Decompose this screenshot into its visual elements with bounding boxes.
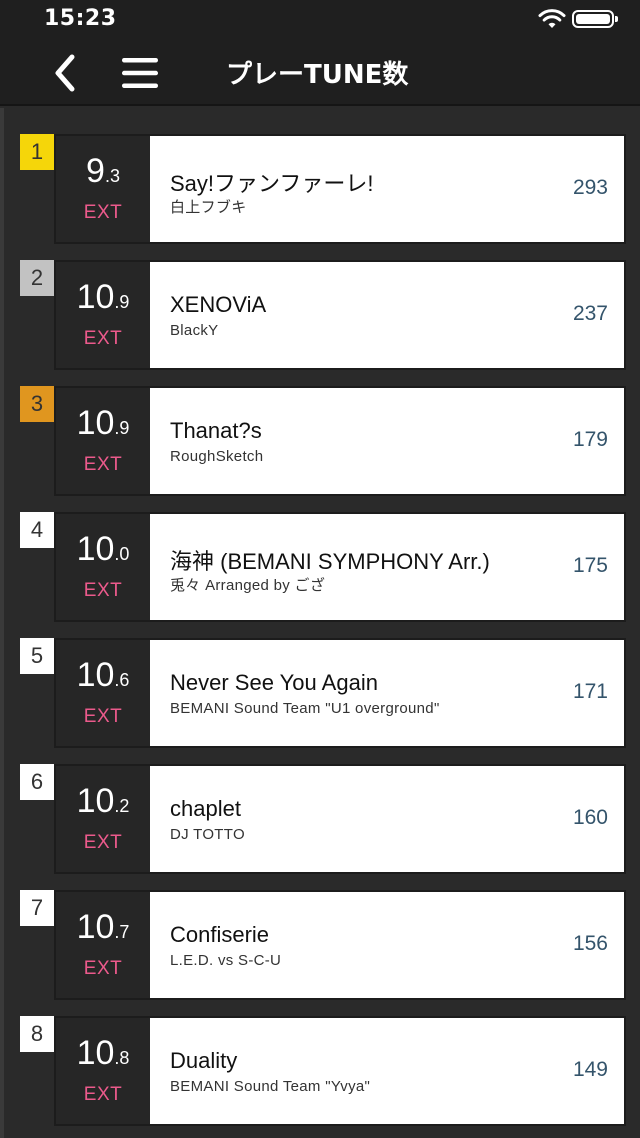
song-row[interactable]: 6 10.2 EXT chaplet DJ TOTTO 160 xyxy=(0,764,640,876)
chevron-left-icon xyxy=(55,54,75,92)
song-card[interactable]: 10.2 EXT chaplet DJ TOTTO 160 xyxy=(54,764,626,874)
song-artist: L.E.D. vs S-C-U xyxy=(170,952,282,969)
battery-icon xyxy=(572,10,618,28)
song-title: XENOViA xyxy=(170,292,267,317)
song-title: Duality xyxy=(170,1048,238,1073)
difficulty-label: EXT xyxy=(83,202,123,223)
play-count: 179 xyxy=(572,428,608,451)
level-value: 10.2 xyxy=(76,782,130,820)
difficulty-label: EXT xyxy=(83,1084,123,1105)
song-artist: RoughSketch xyxy=(170,448,264,465)
level-box: 10.0 EXT xyxy=(56,514,150,620)
song-card[interactable]: 10.6 EXT Never See You Again BEMANI Soun… xyxy=(54,638,626,748)
song-row[interactable]: 4 10.0 EXT 海神 (BEMANI SYMPHONY Arr.) 兎々 … xyxy=(0,512,640,624)
song-card[interactable]: 9.3 EXT Say!ファンファーレ! 白上フブキ 293 xyxy=(54,134,626,244)
difficulty-label: EXT xyxy=(83,706,123,727)
wifi-icon xyxy=(538,9,566,28)
song-artist: DJ TOTTO xyxy=(170,826,245,843)
play-count: 175 xyxy=(572,554,608,577)
song-title: chaplet xyxy=(170,796,241,821)
rank-badge: 6 xyxy=(20,764,54,800)
song-card[interactable]: 10.8 EXT Duality BEMANI Sound Team "Yvya… xyxy=(54,1016,626,1126)
song-row[interactable]: 7 10.7 EXT Confiserie L.E.D. vs S-C-U 15… xyxy=(0,890,640,1002)
level-value: 10.7 xyxy=(76,908,130,946)
rank-badge: 4 xyxy=(20,512,54,548)
song-title: Never See You Again xyxy=(170,670,378,695)
level-value: 10.9 xyxy=(76,278,130,316)
song-card[interactable]: 10.0 EXT 海神 (BEMANI SYMPHONY Arr.) 兎々 Ar… xyxy=(54,512,626,622)
song-artist: BlackY xyxy=(170,322,219,339)
level-value: 10.6 xyxy=(76,656,130,694)
song-title: 海神 (BEMANI SYMPHONY Arr.) xyxy=(170,549,490,574)
play-count: 171 xyxy=(572,680,608,703)
level-box: 10.9 EXT xyxy=(56,262,150,368)
difficulty-label: EXT xyxy=(83,454,123,475)
song-title: Confiserie xyxy=(170,922,270,947)
rank-badge: 7 xyxy=(20,890,54,926)
level-box: 10.8 EXT xyxy=(56,1018,150,1124)
hamburger-menu-icon xyxy=(122,58,158,88)
rank-badge: 8 xyxy=(20,1016,54,1052)
song-artist: 兎々 Arranged by ござ xyxy=(170,577,326,594)
difficulty-label: EXT xyxy=(83,832,123,853)
status-time: 15:23 xyxy=(44,6,117,31)
level-value: 10.8 xyxy=(76,1034,130,1072)
play-count: 156 xyxy=(572,932,608,955)
page-title: プレーTUNE数 xyxy=(226,60,409,90)
song-row[interactable]: 8 10.8 EXT Duality BEMANI Sound Team "Yv… xyxy=(0,1016,640,1128)
nav-bar: プレーTUNE数 xyxy=(0,40,640,106)
song-card[interactable]: 10.9 EXT Thanat?s RoughSketch 179 xyxy=(54,386,626,496)
song-title: Say!ファンファーレ! xyxy=(170,171,374,196)
level-box: 10.9 EXT xyxy=(56,388,150,494)
song-row[interactable]: 5 10.6 EXT Never See You Again BEMANI So… xyxy=(0,638,640,750)
song-card[interactable]: 10.9 EXT XENOViA BlackY 237 xyxy=(54,260,626,370)
level-box: 10.2 EXT xyxy=(56,766,150,872)
level-value: 10.9 xyxy=(76,404,130,442)
song-artist: BEMANI Sound Team "Yvya" xyxy=(170,1078,371,1095)
song-card[interactable]: 10.7 EXT Confiserie L.E.D. vs S-C-U 156 xyxy=(54,890,626,1000)
play-count: 149 xyxy=(572,1058,608,1081)
rank-badge: 2 xyxy=(20,260,54,296)
difficulty-label: EXT xyxy=(83,580,123,601)
level-box: 10.6 EXT xyxy=(56,640,150,746)
rank-badge: 1 xyxy=(20,134,54,170)
status-bar: 15:23 xyxy=(0,0,640,40)
level-box: 10.7 EXT xyxy=(56,892,150,998)
difficulty-label: EXT xyxy=(83,958,123,979)
song-row[interactable]: 2 10.9 EXT XENOViA BlackY 237 xyxy=(0,260,640,372)
play-count: 293 xyxy=(572,176,608,199)
rank-badge: 5 xyxy=(20,638,54,674)
play-count: 160 xyxy=(572,806,608,829)
song-row[interactable]: 3 10.9 EXT Thanat?s RoughSketch 179 xyxy=(0,386,640,498)
song-artist: BEMANI Sound Team "U1 overground" xyxy=(170,700,440,717)
rank-badge: 3 xyxy=(20,386,54,422)
back-button[interactable] xyxy=(40,48,90,98)
level-box: 9.3 EXT xyxy=(56,136,150,242)
menu-button[interactable] xyxy=(115,48,165,98)
level-value: 9.3 xyxy=(86,152,120,190)
level-value: 10.0 xyxy=(76,530,130,568)
play-count: 237 xyxy=(572,302,608,325)
song-title: Thanat?s xyxy=(170,418,262,443)
song-artist: 白上フブキ xyxy=(170,199,247,216)
song-row[interactable]: 1 9.3 EXT Say!ファンファーレ! 白上フブキ 293 xyxy=(0,134,640,246)
difficulty-label: EXT xyxy=(83,328,123,349)
